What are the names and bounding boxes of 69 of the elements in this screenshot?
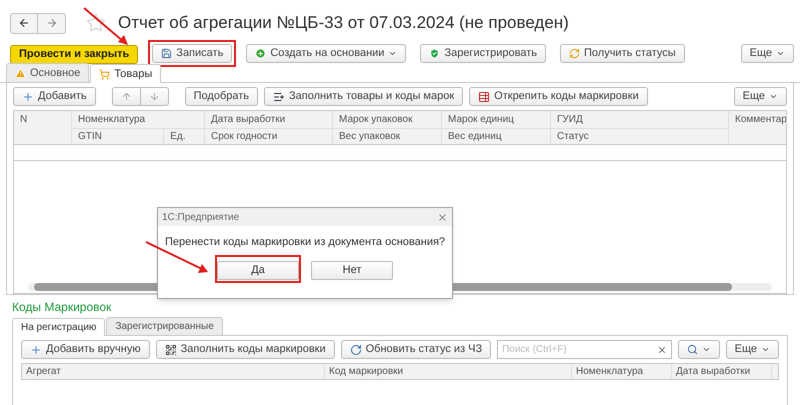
more-button[interactable]: Еще — [734, 87, 787, 106]
toolbar-button[interactable]: Подобрать — [184, 87, 258, 106]
plus-icon — [22, 90, 34, 102]
warning-icon — [15, 68, 26, 78]
column-header: Код маркировки — [325, 364, 572, 379]
tab[interactable]: На регистрацию — [12, 318, 106, 336]
caret-icon — [761, 345, 770, 354]
dialog-message: Перенести коды маркировки из документа основания? — [164, 235, 446, 249]
shield-icon — [429, 48, 440, 58]
toolbar-button[interactable]: Добавить вручную — [21, 340, 150, 359]
down-arrow-icon — [148, 91, 160, 102]
dialog-title: 1С:Предприятие — [162, 210, 240, 224]
plus-circle-icon — [255, 48, 266, 58]
column-header: Агрегат — [22, 364, 325, 379]
column-header: Дата выработки — [210, 113, 286, 127]
column-header: N — [19, 113, 28, 127]
forward-icon — [46, 17, 58, 29]
list-icon — [273, 90, 286, 102]
caret-icon — [769, 92, 778, 101]
toolbar-button[interactable]: Открепить коды маркировки — [469, 87, 648, 106]
column-header: ГУИД — [556, 113, 584, 127]
toolbar-button[interactable]: Получить статусы — [560, 44, 685, 62]
search-icon — [686, 344, 698, 355]
column-header: Дата выработки — [672, 364, 772, 379]
toolbar-button[interactable]: Создать на основании — [246, 44, 406, 62]
window-title: Отчет об агрегации №ЦБ-33 от 07.03.2024 (не проведен) — [118, 12, 569, 34]
tab[interactable]: Товары — [90, 64, 162, 83]
column-header: Номенклатура — [572, 364, 672, 379]
add-button[interactable]: Добавить — [13, 87, 96, 106]
dialog-button[interactable]: Да — [217, 260, 299, 280]
toolbar-button[interactable]: Зарегистрировать — [420, 44, 546, 62]
column-header: Статус — [556, 130, 590, 144]
back-icon — [18, 17, 30, 29]
plus-icon — [30, 344, 42, 356]
tab[interactable]: Зарегистрированные — [106, 317, 223, 335]
column-header: Номенклатура — [77, 113, 146, 127]
column-header: Срок годности — [210, 130, 278, 144]
table-icon — [478, 90, 490, 102]
column-header: Ед. — [169, 130, 187, 144]
toolbar-button[interactable]: Провести и закрыть — [10, 44, 138, 64]
qr-code-icon — [164, 344, 177, 356]
search-field[interactable]: Поиск (Ctrl+F) — [497, 340, 672, 359]
tab[interactable]: Основное — [6, 63, 90, 82]
column-header: Марок единиц — [447, 113, 515, 127]
column-header: Марок упаковок — [338, 113, 414, 127]
toolbar-button[interactable]: Записать — [152, 44, 232, 62]
search-button[interactable] — [678, 340, 720, 359]
move-down-button[interactable] — [140, 87, 169, 106]
more-button[interactable]: Еще — [726, 340, 779, 359]
column-header: Вес упаковок — [338, 130, 402, 144]
more-button[interactable]: Еще — [740, 44, 794, 62]
up-arrow-icon — [120, 91, 132, 102]
toolbar-button[interactable]: Обновить статус из ЧЗ — [340, 340, 492, 359]
cart-icon — [99, 68, 110, 80]
move-up-button[interactable] — [112, 87, 141, 106]
favorite-star-icon[interactable] — [86, 13, 106, 33]
column-header: GTIN — [72, 129, 164, 145]
refresh-icon — [350, 344, 362, 356]
save-icon — [161, 48, 172, 58]
section-title: Коды Маркировок — [12, 299, 112, 315]
close-icon[interactable] — [437, 212, 448, 222]
dialog-button[interactable]: Нет — [311, 260, 393, 280]
caret-icon — [702, 345, 711, 354]
refresh-icon — [569, 48, 580, 58]
toolbar-button[interactable]: Заполнить товары и коды марок — [264, 87, 464, 106]
column-header: Вес единиц — [447, 130, 503, 144]
search-input[interactable]: Поиск (Ctrl+F) — [498, 341, 653, 358]
clear-icon[interactable] — [656, 344, 667, 354]
toolbar-button[interactable]: Заполнить коды маркировки — [156, 340, 335, 359]
